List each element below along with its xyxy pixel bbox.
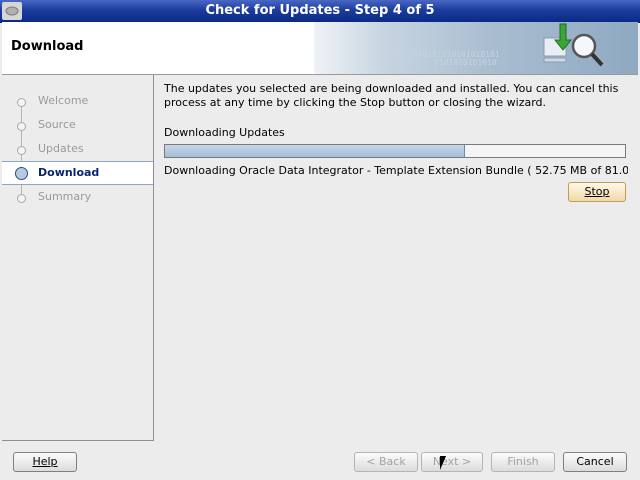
next-button-label: Next > bbox=[432, 455, 472, 468]
steps-panel: Welcome Source Updates Download Summary bbox=[2, 75, 154, 441]
step-label: Summary bbox=[38, 190, 92, 203]
finish-button-label: Finish bbox=[507, 455, 539, 468]
cancel-button-label: Cancel bbox=[576, 455, 614, 468]
back-button[interactable]: < Back bbox=[354, 452, 418, 472]
page-title: Download bbox=[11, 39, 84, 54]
step-node-icon bbox=[17, 194, 26, 203]
step-updates[interactable]: Updates bbox=[2, 138, 153, 160]
banner-binary-pattern: 0101010101010 bbox=[434, 58, 497, 67]
mouse-pointer-icon bbox=[440, 456, 452, 470]
header-banner: 010101010101010101010101 0101010101010 bbox=[314, 22, 638, 74]
step-label: Source bbox=[38, 118, 76, 131]
help-button[interactable]: Help bbox=[13, 452, 77, 472]
help-button-label: Help bbox=[32, 455, 58, 468]
step-label: Updates bbox=[38, 142, 84, 155]
step-label: Welcome bbox=[38, 94, 89, 107]
wizard-header: Download 010101010101010101010101 010101… bbox=[2, 22, 638, 75]
step-source[interactable]: Source bbox=[2, 114, 153, 136]
step-current-node-icon bbox=[15, 167, 28, 180]
step-download[interactable]: Download bbox=[2, 161, 153, 185]
cancel-button[interactable]: Cancel bbox=[563, 452, 627, 472]
stop-button-label: Stop bbox=[584, 185, 610, 198]
window-title: Check for Updates - Step 4 of 5 bbox=[205, 3, 435, 18]
step-welcome[interactable]: Welcome bbox=[2, 90, 153, 112]
step-node-icon bbox=[17, 98, 26, 107]
back-button-label: < Back bbox=[366, 455, 406, 468]
download-progress-bar bbox=[164, 144, 626, 158]
next-button[interactable]: Next > bbox=[421, 452, 483, 472]
title-bar: Check for Updates - Step 4 of 5 bbox=[0, 0, 640, 23]
finish-button[interactable]: Finish bbox=[491, 452, 555, 472]
section-label: Downloading Updates bbox=[164, 126, 285, 139]
stop-button[interactable]: Stop bbox=[568, 182, 626, 202]
step-node-icon bbox=[17, 146, 26, 155]
step-node-icon bbox=[17, 122, 26, 131]
step-label: Download bbox=[38, 166, 100, 179]
download-status-text: Downloading Oracle Data Integrator - Tem… bbox=[164, 164, 628, 177]
intro-text: The updates you selected are being downl… bbox=[164, 82, 619, 109]
progress-fill bbox=[165, 145, 465, 157]
download-magnifier-icon bbox=[543, 23, 604, 67]
step-summary[interactable]: Summary bbox=[2, 186, 153, 208]
